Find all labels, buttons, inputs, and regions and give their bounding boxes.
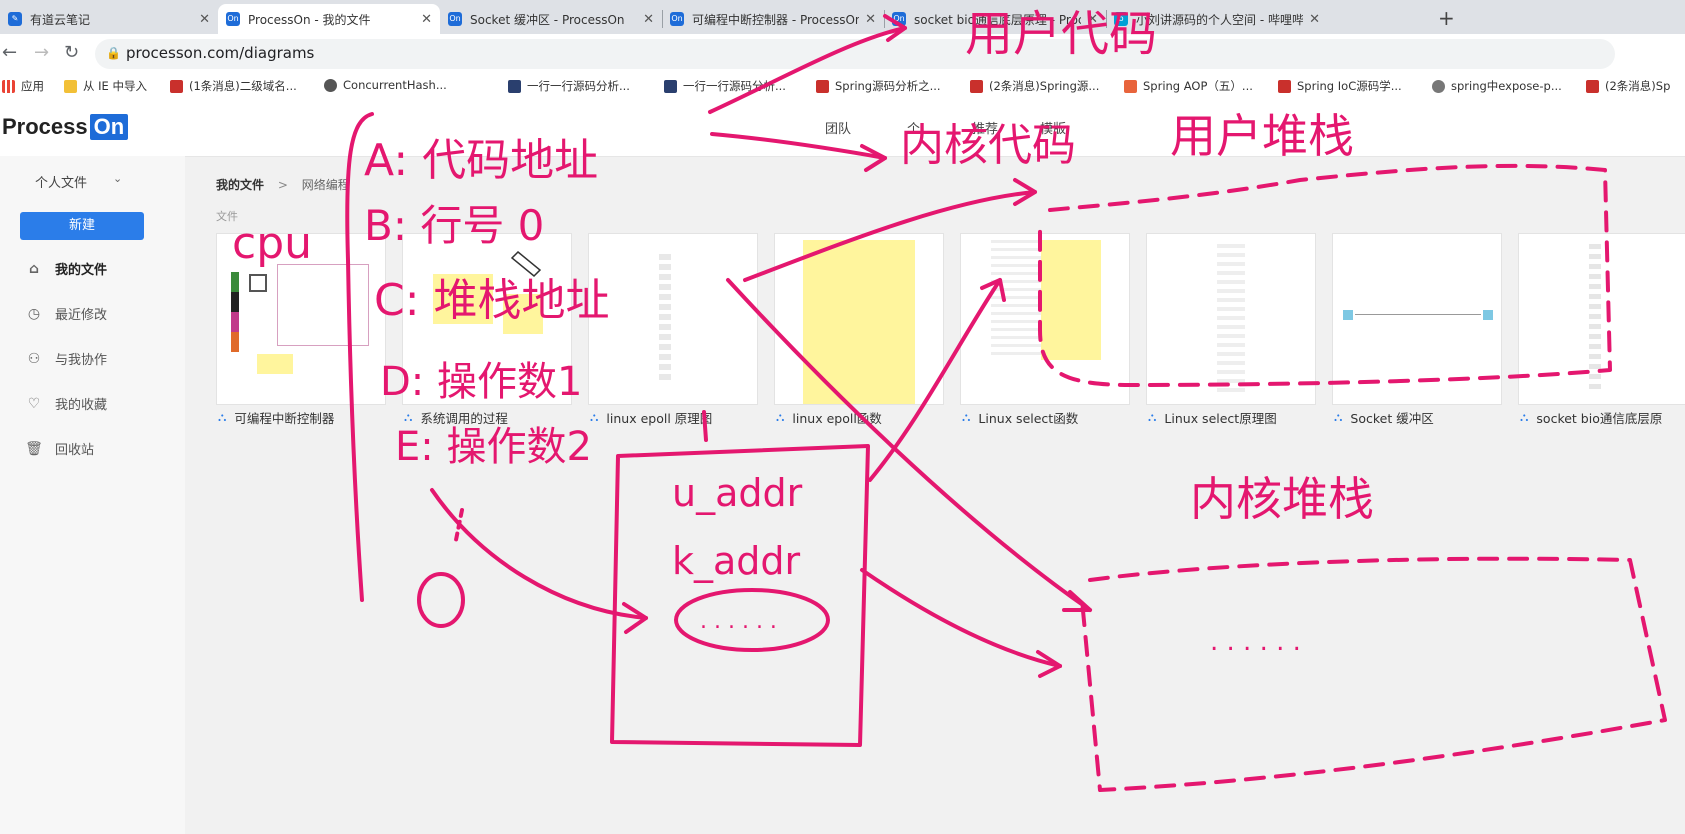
label-kernel-code: 内核代码 [900, 120, 1076, 171]
circle-stroke [417, 572, 465, 628]
user-stack-dashed-box [1038, 163, 1612, 387]
arrow-to-kernel-code [710, 132, 887, 160]
kernel-stack-dashed-box [1080, 556, 1667, 792]
label-cpu: cpu [232, 218, 312, 269]
arrow-to-user-stack [743, 190, 1037, 282]
label-kernel-stack: 内核堆栈 [1190, 472, 1374, 526]
label-user-code: 用户代码 [965, 6, 1157, 62]
arrow-to-user-code [708, 26, 907, 114]
label-dots-box: . . . . . . [700, 609, 777, 634]
handwriting-overlay: 用户代码 内核代码 用户堆栈 内核堆栈 cpu A: 代码地址 B: 行号 0 … [232, 6, 1667, 792]
label-dots-kernel: . . . . . . [1210, 627, 1301, 657]
arrow-kaddr-to-kernel-stack [860, 568, 1062, 668]
pencil-cursor-icon [510, 250, 542, 278]
label-line-b: B: 行号 0 [364, 201, 544, 250]
arrowhead [883, 14, 907, 42]
label-line-d: D: 操作数1 [380, 359, 582, 405]
label-u-addr: u_addr [672, 471, 803, 515]
label-line-c: C: 堆栈地址 [374, 275, 610, 326]
left-bracket-stroke [345, 112, 374, 602]
label-circle-1: ① [432, 611, 433, 613]
label-line-a: A: 代码地址 [364, 135, 598, 186]
tick-stroke [702, 410, 708, 442]
label-k-addr: k_addr [672, 539, 801, 583]
label-user-stack: 用户堆栈 [1170, 109, 1354, 163]
arrow-uaddr-to-user-stack [868, 278, 1002, 482]
label-line-e: E: 操作数2 [395, 424, 592, 470]
